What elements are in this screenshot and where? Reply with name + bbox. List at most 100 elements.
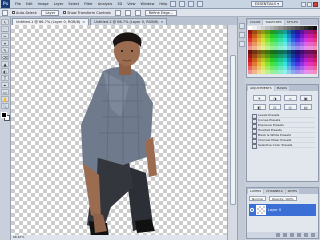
document-tab[interactable]: Untitled-1 @ 66.7% (Layer 0, RGB/8) × xyxy=(12,18,90,25)
tab-paths[interactable]: PATHS xyxy=(285,189,300,194)
auto-select-label: Auto-Select: xyxy=(16,10,38,15)
photoshop-logo: Ps xyxy=(1,0,10,8)
align-middle-icon[interactable] xyxy=(124,9,131,16)
trash-icon[interactable] xyxy=(311,233,315,237)
lasso-tool-icon[interactable]: ✂ xyxy=(1,33,9,39)
refine-edge-button[interactable]: Refine Edge... xyxy=(144,9,178,16)
person-image xyxy=(81,32,157,237)
move-tool-icon[interactable]: ↖ xyxy=(1,19,9,25)
shape-tool-icon[interactable]: ▭ xyxy=(1,89,9,95)
menu-layer[interactable]: Layer xyxy=(54,2,64,6)
menu-3d[interactable]: 3D xyxy=(117,2,122,6)
document-canvas[interactable]: 66.67% xyxy=(11,25,227,240)
layer-row[interactable]: Layer 0 xyxy=(249,204,316,216)
menu-bar: File Edit Image Layer Select Filter Anal… xyxy=(15,2,167,6)
visibility-eye-icon[interactable] xyxy=(250,208,254,212)
curves-icon[interactable]: ≈ xyxy=(284,95,297,101)
tab-layers[interactable]: LAYERS xyxy=(248,189,264,194)
menu-filter[interactable]: Filter xyxy=(84,2,93,6)
show-transform-label: Show Transform Controls xyxy=(67,10,111,15)
new-group-icon[interactable] xyxy=(297,233,301,237)
menu-window[interactable]: Window xyxy=(141,2,155,6)
status-bar: 66.67% xyxy=(11,235,227,240)
adjustments-panel: ADJUSTMENTS MASKS ☀ ◑ ≈ ▣ ◧ ⚖ ◎ ▤ Levels… xyxy=(246,84,319,182)
adjustment-icons: ☀ ◑ ≈ ▣ ◧ ⚖ ◎ ▤ xyxy=(247,91,318,113)
menu-select[interactable]: Select xyxy=(68,2,79,6)
tab-swatches[interactable]: SWATCHES xyxy=(263,20,284,25)
color-swatch[interactable] xyxy=(312,70,317,74)
history-panel-icon[interactable] xyxy=(238,23,245,29)
brightness-icon[interactable]: ☀ xyxy=(253,95,266,101)
auto-select-dropdown[interactable]: Layer xyxy=(41,9,60,16)
launch-bridge-button[interactable] xyxy=(170,1,177,7)
opacity-field[interactable]: Opacity: 100% xyxy=(268,196,297,201)
vertical-scrollbar[interactable] xyxy=(227,25,237,240)
arrange-documents-button[interactable] xyxy=(197,1,204,7)
minimize-button[interactable] xyxy=(301,1,306,7)
auto-select-checkbox[interactable]: Auto-Select: xyxy=(12,11,37,15)
preset-item[interactable]: Selective Color Presets xyxy=(250,143,315,149)
brush-tool-icon[interactable]: ✎ xyxy=(1,47,9,53)
layers-footer xyxy=(247,232,318,238)
scrollbar-thumb[interactable] xyxy=(230,55,236,205)
window-controls xyxy=(301,1,318,7)
foreground-color[interactable] xyxy=(0,112,7,118)
document-tab[interactable]: Untitled-2 @ 66.7% (Layer 0, RGB/8) × xyxy=(90,18,168,25)
swatch-grid[interactable] xyxy=(247,25,318,75)
vibrance-icon[interactable]: ◧ xyxy=(253,104,266,110)
layers-controls: Normal Opacity: 100% xyxy=(247,194,318,203)
maximize-button[interactable] xyxy=(307,1,312,7)
dodge-tool-icon[interactable]: ◐ xyxy=(1,68,9,74)
preset-list: Levels Presets Curves Presets Exposure P… xyxy=(247,113,318,150)
tab-masks[interactable]: MASKS xyxy=(274,86,290,91)
document-window: Untitled-1 @ 66.7% (Layer 0, RGB/8) × Unt… xyxy=(11,17,237,240)
tab-styles[interactable]: STYLES xyxy=(284,20,300,25)
view-extras-button[interactable] xyxy=(179,1,186,7)
close-button[interactable] xyxy=(313,1,318,7)
link-layers-icon[interactable] xyxy=(276,233,280,237)
crop-tool-icon[interactable]: ⌖ xyxy=(1,40,9,46)
collapsed-panel-dock xyxy=(237,17,245,240)
menu-analysis[interactable]: Analysis xyxy=(98,2,112,6)
new-layer-icon[interactable] xyxy=(304,233,308,237)
menu-image[interactable]: Image xyxy=(38,2,49,6)
checkbox-box xyxy=(63,11,67,14)
add-style-icon[interactable] xyxy=(283,233,287,237)
hue-saturation-icon[interactable]: ◎ xyxy=(284,104,297,110)
zoom-tool-icon[interactable]: 🔍 xyxy=(1,103,9,109)
eraser-tool-icon[interactable]: ⌫ xyxy=(1,54,9,60)
info-panel-icon[interactable] xyxy=(238,41,245,47)
tool-options-bar: Auto-Select: Layer Show Transform Contro… xyxy=(0,9,320,17)
document-tabs: Untitled-1 @ 66.7% (Layer 0, RGB/8) × Unt… xyxy=(11,17,237,25)
tab-channels[interactable]: CHANNELS xyxy=(264,189,285,194)
blend-mode-select[interactable]: Normal xyxy=(249,196,266,201)
exposure-icon[interactable]: ▣ xyxy=(299,95,312,101)
show-transform-checkbox[interactable]: Show Transform Controls xyxy=(63,11,111,15)
layers-panel: LAYERS CHANNELS PATHS Normal Opacity: 10… xyxy=(246,187,319,239)
tool-preset-picker[interactable] xyxy=(2,9,8,16)
zoom-level-button[interactable] xyxy=(188,1,195,7)
color-balance-icon[interactable]: ⚖ xyxy=(268,104,281,110)
tab-adjustments[interactable]: ADJUSTMENTS xyxy=(248,86,274,91)
color-swatches[interactable] xyxy=(0,112,10,121)
black-white-icon[interactable]: ▤ xyxy=(299,104,312,110)
type-tool-icon[interactable]: T xyxy=(1,75,9,81)
pen-tool-icon[interactable]: ✒ xyxy=(1,82,9,88)
marquee-tool-icon[interactable]: ⬚ xyxy=(1,26,9,32)
align-top-icon[interactable] xyxy=(114,9,121,16)
align-bottom-icon[interactable] xyxy=(134,9,141,16)
gradient-tool-icon[interactable]: ▲ xyxy=(1,61,9,67)
toolbox: ↖ ⬚ ✂ ⌖ ✎ ⌫ ▲ ◐ T ✒ ▭ ✋ 🔍 xyxy=(0,17,11,240)
layer-name: Layer 0 xyxy=(268,208,282,212)
application-bar: Ps File Edit Image Layer Select Filter A… xyxy=(0,0,320,9)
hand-tool-icon[interactable]: ✋ xyxy=(1,96,9,102)
menu-help[interactable]: Help xyxy=(159,2,167,6)
actions-panel-icon[interactable] xyxy=(238,32,245,38)
workspace-switcher[interactable]: ESSENTIALS ▾ xyxy=(250,1,283,7)
levels-icon[interactable]: ◑ xyxy=(268,95,281,101)
menu-view[interactable]: View xyxy=(127,2,135,6)
menu-edit[interactable]: Edit xyxy=(26,2,33,6)
menu-file[interactable]: File xyxy=(15,2,21,6)
tab-color[interactable]: COLOR xyxy=(248,20,263,25)
add-mask-icon[interactable] xyxy=(290,233,294,237)
